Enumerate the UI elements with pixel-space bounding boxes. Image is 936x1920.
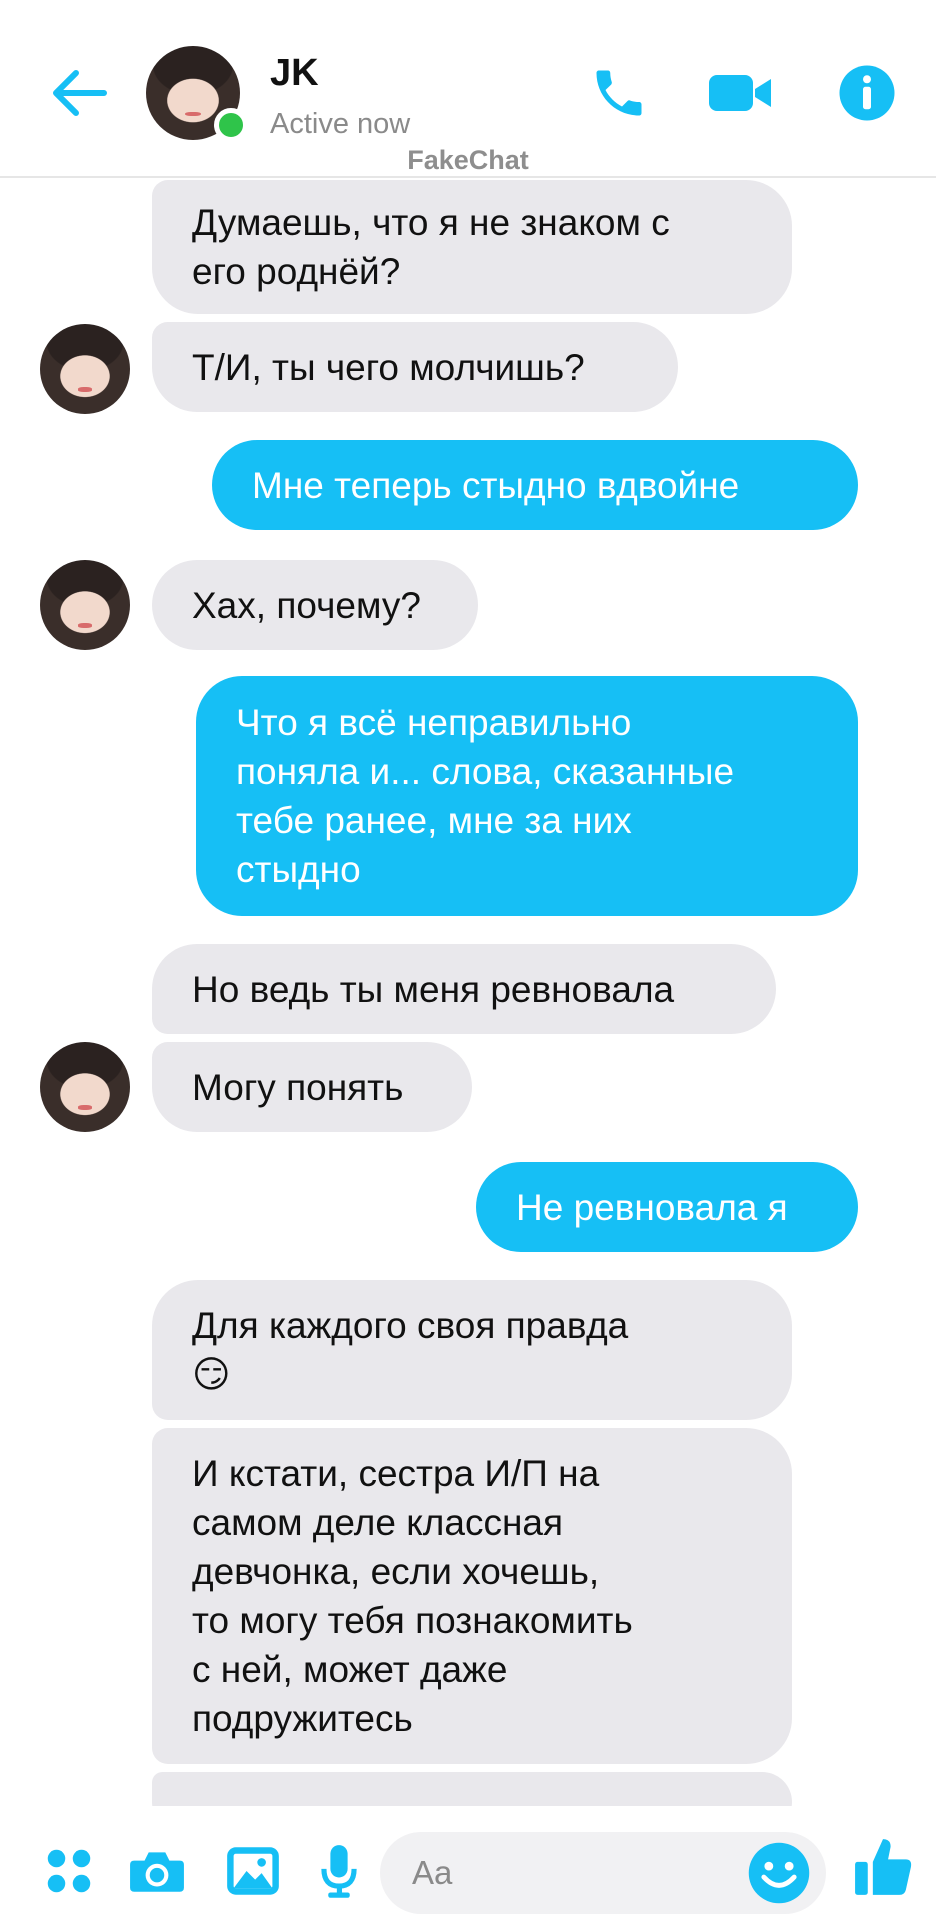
message-bubble-incoming[interactable]: Могу понять <box>152 1042 472 1132</box>
thumbs-up-icon[interactable] <box>850 1834 916 1900</box>
message-text: Думаешь, что я не знаком с его роднёй? <box>192 202 670 292</box>
message-input[interactable]: Aa <box>380 1832 826 1914</box>
sender-avatar[interactable] <box>40 324 130 414</box>
apps-icon[interactable] <box>36 1838 102 1904</box>
emoji-icon[interactable] <box>746 1840 812 1906</box>
sender-avatar[interactable] <box>40 560 130 650</box>
phone-call-icon[interactable] <box>584 58 654 128</box>
message-text: Что я всё неправильно поняла и... слова,… <box>236 702 735 890</box>
message-bubble-incoming[interactable]: Т/И, ты чего молчишь? <box>152 322 678 412</box>
sender-avatar[interactable] <box>40 1042 130 1132</box>
video-call-icon[interactable] <box>706 58 776 128</box>
message-text: Для каждого своя правда 😏 <box>192 1305 629 1395</box>
message-bubble-outgoing[interactable]: Не ревновала я <box>476 1162 858 1252</box>
message-text: Но ведь ты меня ревновала <box>192 968 675 1010</box>
contact-name[interactable]: JK <box>270 52 319 95</box>
message-bubble-incoming[interactable]: Но ведь ты меня ревновала <box>152 944 776 1034</box>
watermark: FakeChat <box>407 145 529 175</box>
composer-bar: Aa <box>0 1822 936 1920</box>
info-icon[interactable] <box>832 58 902 128</box>
message-text: И кстати, сестра И/П на самом деле класс… <box>192 1453 633 1739</box>
message-bubble-incoming[interactable]: Хах, почему? <box>152 560 478 650</box>
message-input-placeholder: Aa <box>412 1854 453 1891</box>
contact-avatar[interactable] <box>146 46 248 142</box>
contact-status: Active now <box>270 108 411 140</box>
message-text: Хах, почему? <box>192 584 421 626</box>
message-bubble-incoming[interactable]: Для каждого своя правда 😏 <box>152 1280 792 1420</box>
chat-header: JK Active now FakeChat <box>0 0 936 178</box>
microphone-icon[interactable] <box>306 1838 372 1904</box>
back-arrow-icon[interactable] <box>44 58 114 128</box>
gallery-icon[interactable] <box>220 1838 286 1904</box>
message-text: Т/И, ты чего молчишь? <box>192 346 585 388</box>
message-text: Не ревновала я <box>516 1186 788 1228</box>
message-list-cutoff <box>0 1806 936 1822</box>
message-bubble-outgoing[interactable]: Что я всё неправильно поняла и... слова,… <box>196 676 858 916</box>
message-text: Могу понять <box>192 1066 404 1108</box>
message-bubble-incoming[interactable]: Думаешь, что я не знаком с его роднёй? <box>152 180 792 314</box>
camera-icon[interactable] <box>124 1838 190 1904</box>
message-text: Мне теперь стыдно вдвойне <box>252 464 740 506</box>
message-bubble-incoming[interactable]: И кстати, сестра И/П на самом деле класс… <box>152 1428 792 1764</box>
online-indicator <box>214 108 248 142</box>
message-bubble-outgoing[interactable]: Мне теперь стыдно вдвойне <box>212 440 858 530</box>
